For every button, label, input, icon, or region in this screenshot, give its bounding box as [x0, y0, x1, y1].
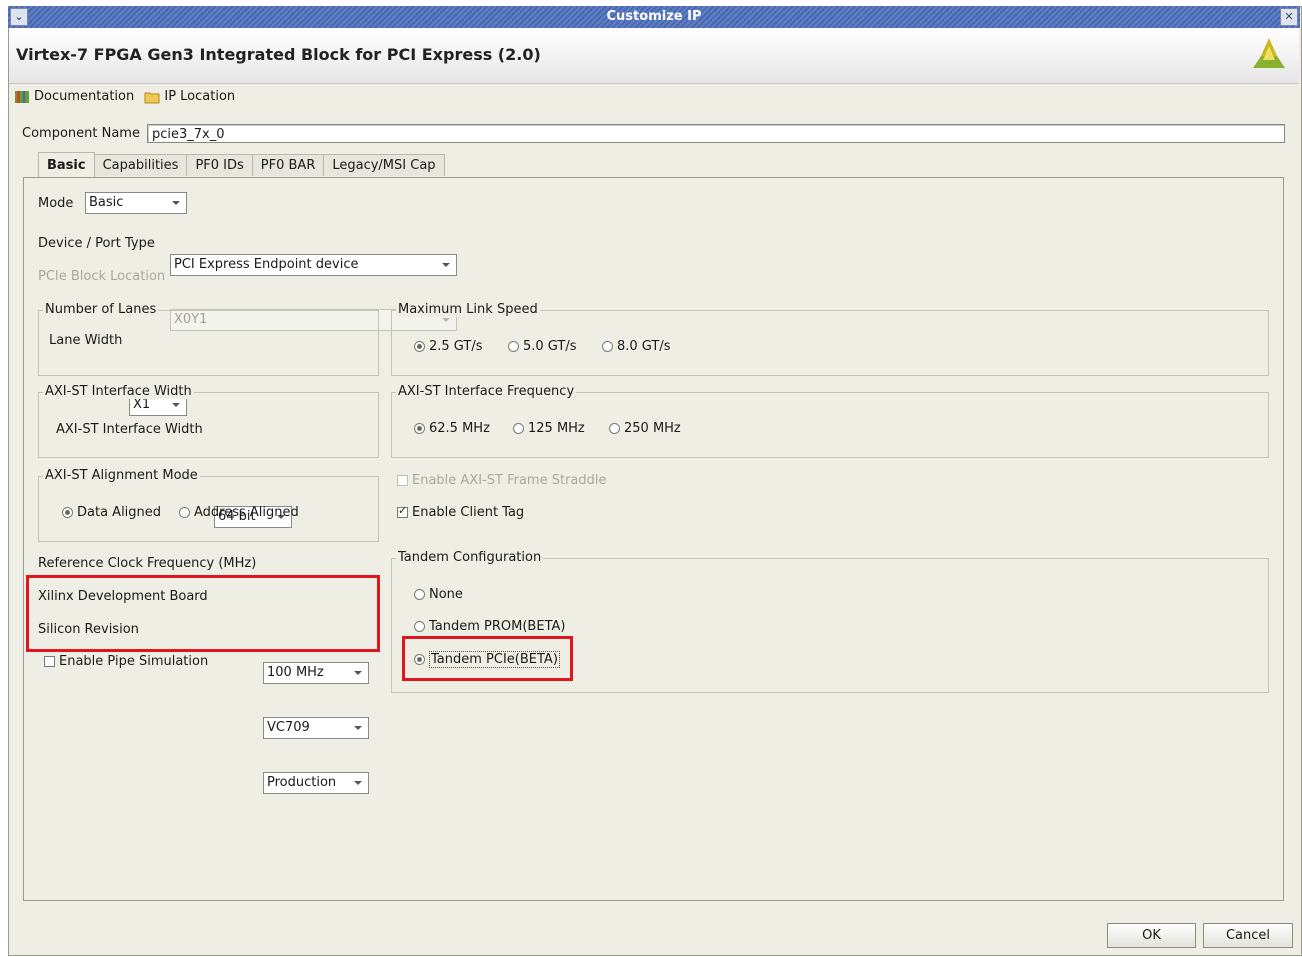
tandem-none-radio[interactable]: None	[414, 587, 463, 602]
axi-st-interface-frequency-legend: AXI-ST Interface Frequency	[396, 384, 577, 399]
link-speed-5-0-label: 5.0 GT/s	[523, 339, 577, 354]
link-speed-8-0-radio[interactable]: 8.0 GT/s	[602, 339, 671, 354]
component-name-label: Component Name	[22, 126, 140, 141]
mode-select[interactable]: Basic	[85, 192, 187, 214]
data-aligned-label: Data Aligned	[77, 505, 162, 520]
tandem-none-label: None	[429, 587, 463, 602]
axi-freq-62-5-radio[interactable]: 62.5 MHz	[414, 421, 490, 436]
device-port-type-select[interactable]: PCI Express Endpoint device	[170, 254, 457, 276]
documentation-button[interactable]: Documentation	[14, 89, 134, 104]
enable-client-tag-checkbox[interactable]: Enable Client Tag	[397, 504, 525, 520]
folder-icon	[144, 92, 160, 103]
checkbox-checked-icon	[397, 504, 408, 518]
toolbar: Documentation IP Location	[14, 89, 241, 108]
ip-location-button[interactable]: IP Location	[144, 89, 235, 104]
radio-selected-icon	[62, 507, 73, 518]
window-title: Customize IP	[606, 9, 702, 24]
link-speed-8-0-label: 8.0 GT/s	[617, 339, 671, 354]
enable-pipe-simulation-label: Enable Pipe Simulation	[59, 654, 209, 669]
axi-freq-250-label: 250 MHz	[624, 421, 681, 436]
component-name-input[interactable]: pcie3_7x_0	[147, 124, 1285, 143]
ip-location-label: IP Location	[164, 89, 236, 104]
ref-clock-label: Reference Clock Frequency (MHz)	[38, 556, 257, 571]
radio-selected-icon	[414, 423, 425, 434]
axi-freq-250-radio[interactable]: 250 MHz	[609, 421, 681, 436]
radio-icon	[602, 341, 613, 352]
mode-label: Mode	[38, 196, 74, 211]
link-speed-2-5-radio[interactable]: 2.5 GT/s	[414, 339, 483, 354]
link-speed-2-5-label: 2.5 GT/s	[429, 339, 483, 354]
enable-frame-straddle-checkbox: Enable AXI-ST Frame Straddle	[397, 473, 606, 488]
tandem-prom-label: Tandem PROM(BETA)	[429, 619, 566, 634]
tab-legacy-msi-cap[interactable]: Legacy/MSI Cap	[323, 154, 445, 176]
tandem-configuration-legend: Tandem Configuration	[396, 550, 544, 565]
highlight-box-board-settings	[26, 575, 380, 652]
tab-pf0-bar[interactable]: PF0 BAR	[251, 154, 325, 176]
chevron-down-icon	[442, 263, 450, 267]
silicon-revision-value: Production	[267, 775, 337, 790]
checkbox-icon	[397, 475, 408, 486]
radio-icon	[414, 621, 425, 632]
checkbox-icon	[44, 656, 55, 667]
data-aligned-radio[interactable]: Data Aligned	[62, 505, 161, 520]
axi-freq-125-radio[interactable]: 125 MHz	[513, 421, 585, 436]
dev-board-select[interactable]: VC709	[263, 717, 369, 739]
pcie-block-location-label: PCIe Block Location	[38, 269, 166, 284]
silicon-revision-select[interactable]: Production	[263, 772, 369, 794]
axi-freq-125-label: 125 MHz	[528, 421, 585, 436]
silicon-revision-label: Silicon Revision	[38, 622, 139, 637]
ref-clock-value: 100 MHz	[267, 665, 324, 680]
address-aligned-radio[interactable]: Address Aligned	[179, 505, 299, 520]
dev-board-value: VC709	[267, 720, 310, 735]
tandem-pcie-label: Tandem PCIe(BETA)	[429, 651, 560, 668]
radio-icon	[414, 589, 425, 600]
chevron-down-icon	[354, 781, 362, 785]
enable-pipe-simulation-checkbox[interactable]: Enable Pipe Simulation	[44, 654, 208, 669]
tab-basic[interactable]: Basic	[38, 152, 95, 177]
tab-pf0-ids[interactable]: PF0 IDs	[186, 154, 253, 176]
chevron-down-icon	[354, 671, 362, 675]
tandem-pcie-radio[interactable]: Tandem PCIe(BETA)	[414, 651, 560, 668]
radio-selected-icon	[414, 654, 425, 665]
radio-selected-icon	[414, 341, 425, 352]
enable-frame-straddle-label: Enable AXI-ST Frame Straddle	[412, 473, 607, 488]
link-speed-5-0-radio[interactable]: 5.0 GT/s	[508, 339, 577, 354]
vivado-logo-icon	[1253, 38, 1285, 68]
chevron-down-icon	[172, 201, 180, 205]
dev-board-label: Xilinx Development Board	[38, 589, 208, 604]
ok-button[interactable]: OK	[1107, 923, 1196, 948]
axi-st-alignment-mode-legend: AXI-ST Alignment Mode	[43, 468, 200, 483]
radio-icon	[508, 341, 519, 352]
radio-icon	[513, 423, 524, 434]
book-icon	[15, 90, 29, 103]
axi-st-interface-width-legend: AXI-ST Interface Width	[43, 384, 194, 399]
maximum-link-speed-legend: Maximum Link Speed	[396, 302, 540, 317]
enable-client-tag-label: Enable Client Tag	[412, 505, 525, 520]
chevron-down-icon	[354, 726, 362, 730]
ip-header: Virtex-7 FPGA Gen3 Integrated Block for …	[9, 28, 1299, 84]
close-icon[interactable]: ✕	[1280, 8, 1298, 26]
ref-clock-select[interactable]: 100 MHz	[263, 662, 369, 684]
axi-st-interface-width-label: AXI-ST Interface Width	[56, 422, 203, 437]
tab-capabilities[interactable]: Capabilities	[93, 154, 188, 176]
address-aligned-label: Address Aligned	[194, 505, 299, 520]
documentation-label: Documentation	[34, 89, 135, 104]
title-bar[interactable]: ⌄ Customize IP ✕	[8, 6, 1300, 28]
device-port-type-label: Device / Port Type	[38, 236, 155, 251]
tab-bar: Basic Capabilities PF0 IDs PF0 BAR Legac…	[38, 152, 445, 177]
number-of-lanes-legend: Number of Lanes	[43, 302, 159, 317]
mode-value: Basic	[89, 195, 124, 210]
lane-width-label: Lane Width	[49, 333, 123, 348]
ip-title: Virtex-7 FPGA Gen3 Integrated Block for …	[16, 45, 541, 64]
radio-icon	[179, 507, 190, 518]
radio-icon	[609, 423, 620, 434]
cancel-button[interactable]: Cancel	[1203, 923, 1293, 948]
device-port-type-value: PCI Express Endpoint device	[174, 257, 359, 272]
axi-freq-62-5-label: 62.5 MHz	[429, 421, 490, 436]
tandem-prom-radio[interactable]: Tandem PROM(BETA)	[414, 619, 565, 634]
